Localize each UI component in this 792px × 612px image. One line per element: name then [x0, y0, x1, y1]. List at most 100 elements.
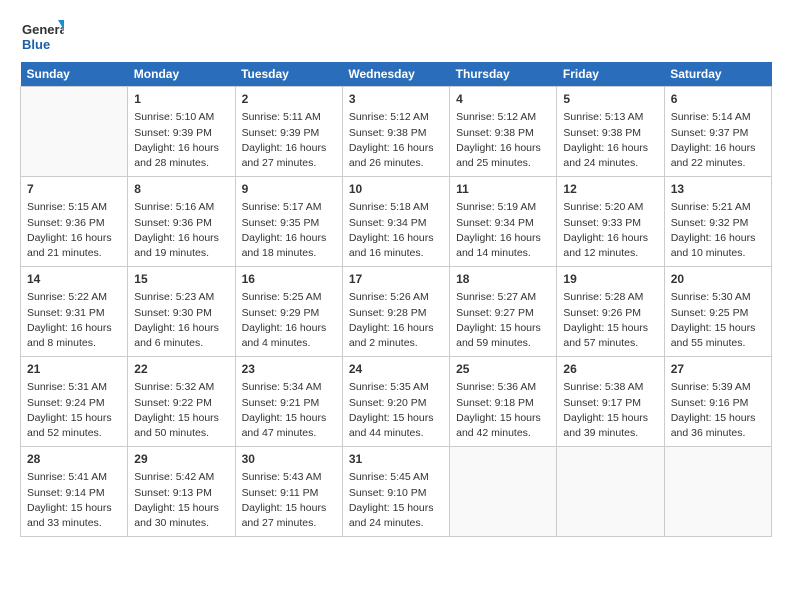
day-info-line: and 4 minutes. — [242, 336, 336, 351]
calendar-cell: 4 Sunrise: 5:12 AMSunset: 9:38 PMDaylight… — [450, 87, 557, 177]
day-info-line: Daylight: 16 hours — [27, 321, 121, 336]
calendar-cell — [664, 447, 771, 537]
day-info-line: Daylight: 16 hours — [456, 231, 550, 246]
day-info-line: Sunset: 9:36 PM — [27, 216, 121, 231]
day-info-line: and 33 minutes. — [27, 516, 121, 531]
day-info-line: and 30 minutes. — [134, 516, 228, 531]
day-info-line: Daylight: 16 hours — [242, 321, 336, 336]
day-info-line: Sunset: 9:26 PM — [563, 306, 657, 321]
day-number: 1 — [134, 91, 228, 108]
day-number: 4 — [456, 91, 550, 108]
header-tuesday: Tuesday — [235, 62, 342, 87]
day-info-line: Sunset: 9:33 PM — [563, 216, 657, 231]
day-info-line: and 55 minutes. — [671, 336, 765, 351]
day-info-line: and 24 minutes. — [349, 516, 443, 531]
day-info-line: Sunset: 9:22 PM — [134, 396, 228, 411]
day-info-line: Sunset: 9:28 PM — [349, 306, 443, 321]
week-row-5: 28Sunrise: 5:41 AMSunset: 9:14 PMDayligh… — [21, 447, 772, 537]
day-info-line: Daylight: 16 hours — [456, 141, 550, 156]
day-info-line: Sunset: 9:16 PM — [671, 396, 765, 411]
header-wednesday: Wednesday — [342, 62, 449, 87]
day-number: 11 — [456, 181, 550, 198]
header-monday: Monday — [128, 62, 235, 87]
day-number: 12 — [563, 181, 657, 198]
day-info-line: Daylight: 15 hours — [456, 411, 550, 426]
calendar-cell: 18Sunrise: 5:27 AMSunset: 9:27 PMDayligh… — [450, 267, 557, 357]
calendar-cell: 14Sunrise: 5:22 AMSunset: 9:31 PMDayligh… — [21, 267, 128, 357]
day-info-line: Sunset: 9:10 PM — [349, 486, 443, 501]
day-info-line: Daylight: 15 hours — [671, 411, 765, 426]
day-info-line: and 36 minutes. — [671, 426, 765, 441]
day-info-line: Sunrise: 5:38 AM — [563, 380, 657, 395]
day-number: 24 — [349, 361, 443, 378]
day-info-line: Daylight: 15 hours — [27, 501, 121, 516]
day-info-line: Daylight: 16 hours — [671, 141, 765, 156]
day-info-line: Daylight: 16 hours — [349, 141, 443, 156]
day-info-line: Daylight: 16 hours — [671, 231, 765, 246]
day-info-line: Sunrise: 5:22 AM — [27, 290, 121, 305]
day-info-line: Sunset: 9:25 PM — [671, 306, 765, 321]
day-info-line: and 42 minutes. — [456, 426, 550, 441]
day-number: 22 — [134, 361, 228, 378]
day-info-line: Sunrise: 5:12 AM — [456, 110, 550, 125]
day-info-line: Sunrise: 5:34 AM — [242, 380, 336, 395]
day-number: 15 — [134, 271, 228, 288]
calendar-cell: 16Sunrise: 5:25 AMSunset: 9:29 PMDayligh… — [235, 267, 342, 357]
day-info-line: Daylight: 15 hours — [563, 411, 657, 426]
day-info-line: Sunrise: 5:31 AM — [27, 380, 121, 395]
day-info-line: Daylight: 16 hours — [242, 141, 336, 156]
day-number: 31 — [349, 451, 443, 468]
day-info-line: and 28 minutes. — [134, 156, 228, 171]
day-info-line: and 16 minutes. — [349, 246, 443, 261]
calendar-cell — [557, 447, 664, 537]
day-info-line: and 19 minutes. — [134, 246, 228, 261]
day-info-line: Sunset: 9:13 PM — [134, 486, 228, 501]
day-info-line: Sunrise: 5:42 AM — [134, 470, 228, 485]
day-number: 6 — [671, 91, 765, 108]
day-info-line: Sunset: 9:35 PM — [242, 216, 336, 231]
day-info-line: and 59 minutes. — [456, 336, 550, 351]
day-info-line: Daylight: 16 hours — [563, 231, 657, 246]
day-info-line: Sunrise: 5:30 AM — [671, 290, 765, 305]
calendar-cell: 6Sunrise: 5:14 AMSunset: 9:37 PMDaylight… — [664, 87, 771, 177]
day-info-line: Daylight: 15 hours — [349, 501, 443, 516]
day-info-line: Sunrise: 5:19 AM — [456, 200, 550, 215]
day-info-line: Sunset: 9:17 PM — [563, 396, 657, 411]
day-info-line: Daylight: 15 hours — [456, 321, 550, 336]
day-info-line: and 25 minutes. — [456, 156, 550, 171]
day-info-line: Sunset: 9:38 PM — [456, 126, 550, 141]
day-info-line: Daylight: 15 hours — [242, 501, 336, 516]
header-sunday: Sunday — [21, 62, 128, 87]
day-info-line: and 39 minutes. — [563, 426, 657, 441]
day-info-line: Daylight: 16 hours — [134, 321, 228, 336]
day-info-line: and 57 minutes. — [563, 336, 657, 351]
header-thursday: Thursday — [450, 62, 557, 87]
day-number: 17 — [349, 271, 443, 288]
day-info-line: and 52 minutes. — [27, 426, 121, 441]
calendar-cell: 22Sunrise: 5:32 AMSunset: 9:22 PMDayligh… — [128, 357, 235, 447]
day-number: 9 — [242, 181, 336, 198]
day-info-line: Sunrise: 5:12 AM — [349, 110, 443, 125]
day-info-line: Sunrise: 5:11 AM — [242, 110, 336, 125]
day-info-line: Sunset: 9:21 PM — [242, 396, 336, 411]
day-info-line: and 14 minutes. — [456, 246, 550, 261]
day-info-line: and 26 minutes. — [349, 156, 443, 171]
day-number: 5 — [563, 91, 657, 108]
day-info-line: Sunrise: 5:23 AM — [134, 290, 228, 305]
day-number: 26 — [563, 361, 657, 378]
day-number: 14 — [27, 271, 121, 288]
day-number: 29 — [134, 451, 228, 468]
day-info-line: Sunset: 9:20 PM — [349, 396, 443, 411]
day-info-line: and 12 minutes. — [563, 246, 657, 261]
day-info-line: and 6 minutes. — [134, 336, 228, 351]
day-info-line: Daylight: 16 hours — [27, 231, 121, 246]
day-number: 19 — [563, 271, 657, 288]
calendar-cell: 17Sunrise: 5:26 AMSunset: 9:28 PMDayligh… — [342, 267, 449, 357]
day-info-line: Sunrise: 5:32 AM — [134, 380, 228, 395]
day-info-line: and 44 minutes. — [349, 426, 443, 441]
day-info-line: Sunrise: 5:13 AM — [563, 110, 657, 125]
day-info-line: Sunset: 9:32 PM — [671, 216, 765, 231]
calendar-cell: 31Sunrise: 5:45 AMSunset: 9:10 PMDayligh… — [342, 447, 449, 537]
header-saturday: Saturday — [664, 62, 771, 87]
day-number: 30 — [242, 451, 336, 468]
